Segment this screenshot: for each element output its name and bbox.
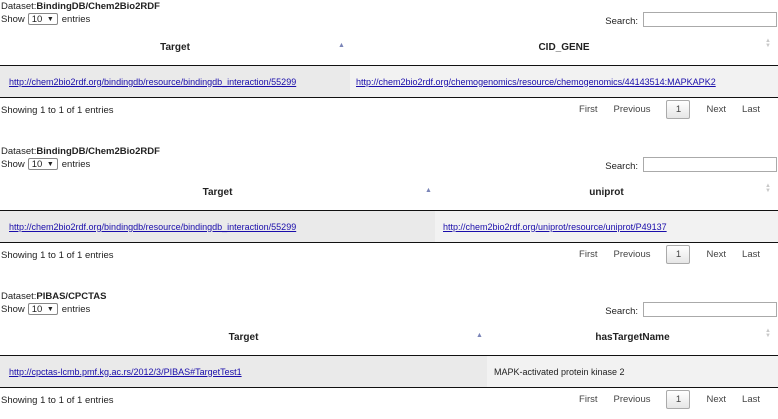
pagination-next[interactable]: Next [698,249,734,260]
table-cell: http://chem2bio2rdf.org/bindingdb/resour… [0,66,350,97]
pagination-last[interactable]: Last [734,104,768,115]
target-name-text: MAPK-activated protein kinase 2 [494,366,625,377]
column-header-label: Target [160,42,190,53]
dataset-label: Dataset:PIBAS/CPCTAS [1,291,106,302]
column-header-target[interactable]: Target [0,30,350,65]
table-header: Target ▲ CID_GENE ▲ ▼ [0,30,778,66]
dataset-prefix: Dataset: [1,1,37,12]
sort-asc-icon: ▲ [338,42,345,49]
sort-asc-icon: ▲ [476,332,483,339]
table-header: Target ▲ uniprot ▲ ▼ [0,175,778,211]
pagination-previous[interactable]: Previous [606,249,659,260]
sort-both-icon: ▲ ▼ [765,183,771,194]
cid-gene-link[interactable]: http://chem2bio2rdf.org/chemogenomics/re… [356,77,716,87]
entries-select-value: 10 [31,303,43,315]
table-cell: http://chem2bio2rdf.org/uniprot/resource… [435,211,778,242]
column-header-label: hasTargetName [595,332,670,343]
search-label: Search: [605,16,638,27]
pagination-page-1[interactable]: 1 [666,99,691,119]
search-input[interactable] [643,12,777,27]
column-header-cid-gene[interactable]: CID_GENE [350,30,778,65]
pagination: First Previous 1 Next Last [571,388,768,410]
pagination: First Previous 1 Next Last [571,98,768,120]
sort-both-icon: ▲ ▼ [765,328,771,339]
search-label: Search: [605,306,638,317]
length-control: Show 10 ▼ entries [1,13,90,25]
show-label: Show [1,158,25,170]
column-header-has-target-name[interactable]: hasTargetName [487,320,778,355]
dataset-prefix: Dataset: [1,291,37,302]
pagination-first[interactable]: First [571,394,605,405]
pagination-next[interactable]: Next [698,104,734,115]
table-footer: Showing 1 to 1 of 1 entries First Previo… [0,98,778,120]
column-header-label: CID_GENE [538,42,590,53]
search-input[interactable] [643,157,777,172]
pagination-last[interactable]: Last [734,249,768,260]
results-table: Target ▲ uniprot ▲ ▼ http://chem2bio2rdf.… [0,175,778,264]
uniprot-link[interactable]: http://chem2bio2rdf.org/uniprot/resource… [443,222,667,232]
entries-select[interactable]: 10 ▼ [27,303,58,315]
sort-both-icon: ▲ ▼ [765,38,771,49]
dataset-name: PIBAS/CPCTAS [36,291,107,302]
length-control: Show 10 ▼ entries [1,158,90,170]
column-header-uniprot[interactable]: uniprot [435,175,778,210]
target-link[interactable]: http://cpctas-lcmb.pmf.kg.ac.rs/2012/3/P… [9,367,242,377]
pagination-page-1[interactable]: 1 [666,244,691,264]
table-cell: http://chem2bio2rdf.org/chemogenomics/re… [350,66,778,97]
sort-asc-icon: ▲ [425,187,432,194]
search-input[interactable] [643,302,777,317]
table-info: Showing 1 to 1 of 1 entries [1,395,114,406]
dataset-name: BindingDB/Chem2Bio2RDF [36,146,160,157]
dataset-label: Dataset:BindingDB/Chem2Bio2RDF [1,146,160,157]
pagination-previous[interactable]: Previous [606,394,659,405]
pagination: First Previous 1 Next Last [571,243,768,265]
pagination-page-1[interactable]: 1 [666,389,691,409]
dataset-name: BindingDB/Chem2Bio2RDF [36,1,160,12]
entries-label: entries [61,13,91,25]
pagination-next[interactable]: Next [698,394,734,405]
chevron-down-icon: ▼ [46,160,54,168]
table-header: Target ▲ hasTargetName ▲ ▼ [0,320,778,356]
results-table: Target ▲ CID_GENE ▲ ▼ http://chem2bio2rdf… [0,30,778,119]
pagination-first[interactable]: First [571,104,605,115]
dataset-prefix: Dataset: [1,146,37,157]
table-info: Showing 1 to 1 of 1 entries [1,250,114,261]
length-control: Show 10 ▼ entries [1,303,90,315]
column-header-label: uniprot [589,187,624,198]
table-row: http://chem2bio2rdf.org/bindingdb/resour… [0,211,778,243]
dataset-label: Dataset:BindingDB/Chem2Bio2RDF [1,1,160,12]
column-header-target[interactable]: Target [0,175,435,210]
table-footer: Showing 1 to 1 of 1 entries First Previo… [0,388,778,410]
entries-select[interactable]: 10 ▼ [27,158,58,170]
column-header-target[interactable]: Target [0,320,487,355]
table-row: http://chem2bio2rdf.org/bindingdb/resour… [0,66,778,98]
column-header-label: Target [202,187,233,198]
target-link[interactable]: http://chem2bio2rdf.org/bindingdb/resour… [9,77,296,87]
show-label: Show [1,13,25,25]
show-label: Show [1,303,25,315]
entries-select[interactable]: 10 ▼ [27,13,58,25]
table-cell: http://chem2bio2rdf.org/bindingdb/resour… [0,211,435,242]
pagination-previous[interactable]: Previous [606,104,659,115]
results-table: Target ▲ hasTargetName ▲ ▼ http://cpctas-… [0,320,778,409]
search-label: Search: [605,161,638,172]
table-row: http://cpctas-lcmb.pmf.kg.ac.rs/2012/3/P… [0,356,778,388]
entries-select-value: 10 [31,13,43,25]
table-cell: http://cpctas-lcmb.pmf.kg.ac.rs/2012/3/P… [0,356,487,387]
table-cell: MAPK-activated protein kinase 2 [487,356,778,387]
table-info: Showing 1 to 1 of 1 entries [1,105,114,116]
pagination-first[interactable]: First [571,249,605,260]
chevron-down-icon: ▼ [46,305,54,313]
chevron-down-icon: ▼ [46,15,54,23]
entries-label: entries [61,158,91,170]
column-header-label: Target [228,332,259,343]
entries-label: entries [61,303,91,315]
table-footer: Showing 1 to 1 of 1 entries First Previo… [0,243,778,265]
target-link[interactable]: http://chem2bio2rdf.org/bindingdb/resour… [9,222,296,232]
pagination-last[interactable]: Last [734,394,768,405]
entries-select-value: 10 [31,158,43,170]
